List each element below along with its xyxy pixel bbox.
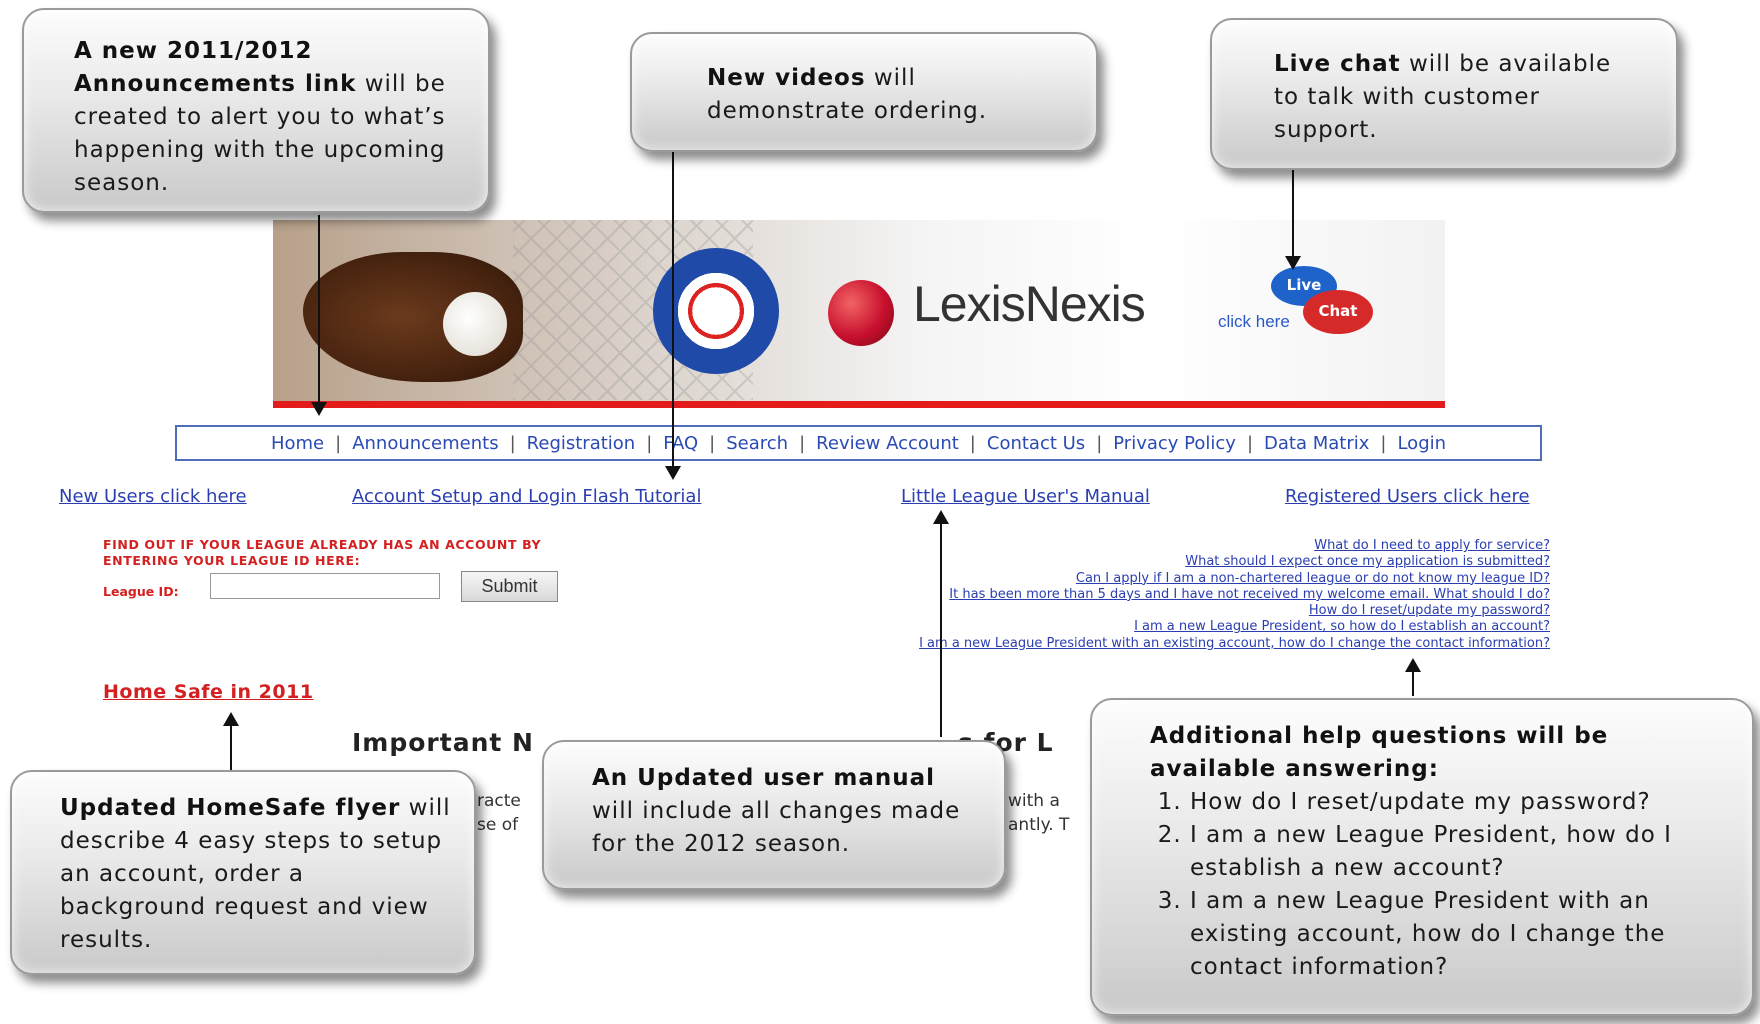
connector-line — [940, 522, 942, 737]
callout-bold: A new 2011/2012 — [74, 38, 313, 64]
league-id-input[interactable] — [210, 573, 440, 599]
callout-help-questions: Additional help questions will be availa… — [1090, 698, 1754, 1016]
callout-bold: New videos — [707, 65, 866, 91]
faq-link[interactable]: Can I apply if I am a non-chartered leag… — [919, 571, 1550, 587]
submit-button[interactable]: Submit — [461, 571, 558, 602]
chat-bubble-icon[interactable]: Chat — [1303, 290, 1373, 334]
arrow-down-icon — [311, 402, 327, 416]
help-question-item: I am a new League President with an exis… — [1190, 885, 1736, 984]
registered-users-link[interactable]: Registered Users click here — [1285, 486, 1530, 507]
lexisnexis-wordmark: LexisNexis — [913, 276, 1146, 332]
header-banner: LexisNexis Live Chat click here — [273, 220, 1445, 408]
nav-data-matrix[interactable]: Data Matrix — [1253, 433, 1380, 454]
callout-videos: New videos will demonstrate ordering. — [630, 32, 1098, 152]
callout-bold: Additional help questions will be availa… — [1150, 723, 1609, 782]
faq-link[interactable]: What should I expect once my application… — [919, 554, 1550, 570]
text-fragment: se of — [477, 815, 519, 835]
connector-line — [230, 724, 232, 772]
main-nav: Home | Announcements | Registration | FAQ | … — [175, 425, 1542, 461]
instruction-line: FIND OUT IF YOUR LEAGUE ALREADY HAS AN A… — [103, 537, 542, 552]
faq-link[interactable]: I am a new League President with an exis… — [919, 636, 1550, 652]
callout-bold: Announcements link — [74, 71, 357, 97]
callout-text: will include all changes made for the 20… — [592, 798, 961, 857]
callout-bold: Updated HomeSafe flyer — [60, 795, 401, 821]
nav-search[interactable]: Search — [715, 433, 799, 454]
user-manual-link[interactable]: Little League User's Manual — [901, 486, 1150, 507]
nav-review-account[interactable]: Review Account — [805, 433, 970, 454]
nav-announcements[interactable]: Announcements — [341, 433, 509, 454]
baseball-image — [443, 292, 507, 356]
help-question-item: How do I reset/update my password? — [1190, 786, 1736, 819]
help-question-list: How do I reset/update my password? I am … — [1150, 786, 1736, 984]
text-fragment: racte — [477, 791, 521, 811]
text-fragment: with a — [1008, 791, 1060, 811]
faq-link[interactable]: What do I need to apply for service? — [919, 538, 1550, 554]
league-id-label: League ID: — [103, 584, 179, 599]
tutorial-link[interactable]: Account Setup and Login Flash Tutorial — [352, 486, 701, 507]
instruction-line: ENTERING YOUR LEAGUE ID HERE: — [103, 553, 361, 568]
nav-faq[interactable]: FAQ — [652, 433, 709, 454]
faq-list: What do I need to apply for service? Wha… — [919, 538, 1550, 652]
callout-announcements: A new 2011/2012 Announcements link will … — [22, 8, 490, 213]
nav-contact-us[interactable]: Contact Us — [976, 433, 1096, 454]
text-fragment: antly. T — [1008, 815, 1070, 835]
help-question-item: I am a new League President, how do I es… — [1190, 819, 1736, 885]
important-heading-start: Important N — [352, 728, 534, 757]
callout-bold: An Updated user manual — [592, 765, 936, 791]
connector-line — [1292, 168, 1294, 260]
connector-line — [1412, 670, 1414, 696]
homesafe-link[interactable]: Home Safe in 2011 — [103, 681, 314, 703]
lexisnexis-logo-icon — [828, 280, 894, 346]
arrow-down-icon — [665, 466, 681, 480]
league-lookup-instructions: FIND OUT IF YOUR LEAGUE ALREADY HAS AN A… — [103, 537, 541, 569]
new-users-link[interactable]: New Users click here — [59, 486, 247, 507]
connector-line — [672, 150, 674, 468]
nav-privacy-policy[interactable]: Privacy Policy — [1102, 433, 1247, 454]
nav-home[interactable]: Home — [260, 433, 335, 454]
nav-registration[interactable]: Registration — [516, 433, 647, 454]
faq-link[interactable]: I am a new League President, so how do I… — [919, 619, 1550, 635]
arrow-down-icon — [1285, 256, 1301, 270]
callout-bold: Live chat — [1274, 51, 1401, 77]
nav-login[interactable]: Login — [1386, 433, 1457, 454]
callout-livechat: Live chat will be available to talk with… — [1210, 18, 1678, 170]
callout-homesafe: Updated HomeSafe flyer will describe 4 e… — [10, 770, 476, 975]
faq-link[interactable]: It has been more than 5 days and I have … — [919, 587, 1550, 603]
faq-link[interactable]: How do I reset/update my password? — [919, 603, 1550, 619]
connector-line — [318, 215, 320, 405]
callout-manual: An Updated user manual will include all … — [542, 740, 1006, 890]
live-chat-link[interactable]: click here — [1218, 312, 1290, 332]
banner-divider — [273, 401, 1445, 408]
